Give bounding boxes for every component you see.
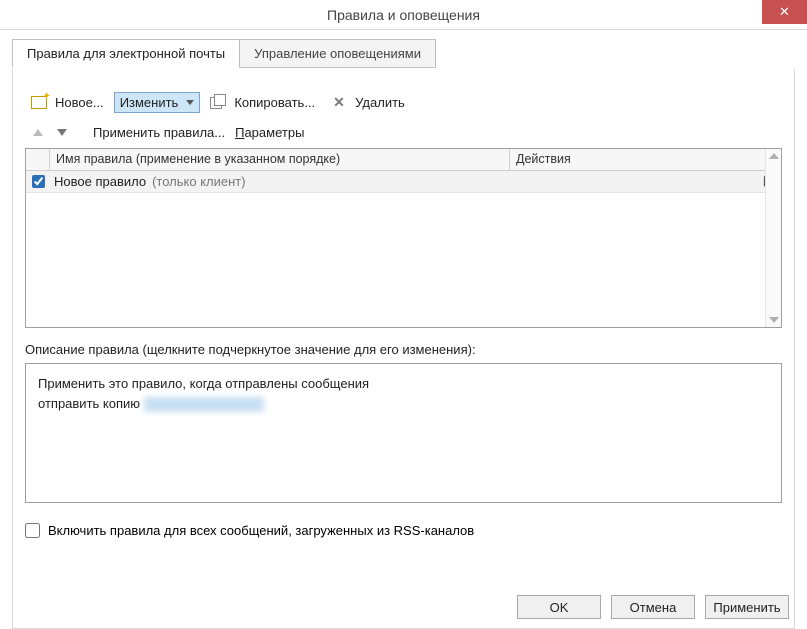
parameters-link[interactable]: Параметры <box>235 125 304 140</box>
ok-button[interactable]: OK <box>517 595 601 619</box>
dialog-body: Правила для электронной почты Управление… <box>0 30 807 629</box>
close-button[interactable]: ✕ <box>762 0 807 24</box>
grid-header-name[interactable]: Имя правила (применение в указанном поря… <box>50 149 510 170</box>
rule-row[interactable]: Новое правило (только клиент) 𝄃𝖳 <box>26 171 781 193</box>
rules-grid: Имя правила (применение в указанном поря… <box>25 148 782 328</box>
rule-hint: (только клиент) <box>152 174 246 189</box>
new-rule-icon <box>31 94 49 110</box>
rule-row-actions-cell: 𝄃𝖳 <box>510 174 781 190</box>
tab-strip: Правила для электронной почты Управление… <box>12 39 795 68</box>
copy-rule-button[interactable]: Копировать... <box>204 91 321 113</box>
delete-rule-button[interactable]: Удалить <box>325 91 411 113</box>
rule-name: Новое правило <box>54 174 146 189</box>
window-title: Правила и оповещения <box>327 7 480 23</box>
rss-option-row: Включить правила для всех сообщений, заг… <box>25 523 782 538</box>
grid-header-checkbox-col <box>26 149 50 170</box>
scroll-down-icon <box>769 317 779 323</box>
dialog-footer: OK Отмена Применить <box>517 595 789 619</box>
grid-header-actions[interactable]: Действия <box>510 149 781 170</box>
grid-header: Имя правила (применение в указанном поря… <box>26 149 781 171</box>
apply-rules-link[interactable]: Применить правила... <box>93 125 225 140</box>
description-label: Описание правила (щелкните подчеркнутое … <box>25 342 782 357</box>
move-up-button[interactable] <box>33 129 43 136</box>
dropdown-caret-icon <box>186 100 194 105</box>
description-line-2: отправить копию <box>38 394 769 414</box>
edit-rule-label: Изменить <box>120 95 179 110</box>
cancel-button[interactable]: Отмена <box>611 595 695 619</box>
subtoolbar: Применить правила... Параметры <box>25 119 782 146</box>
delete-icon <box>331 94 349 110</box>
close-icon: ✕ <box>779 4 790 20</box>
tab-manage-alerts[interactable]: Управление оповещениями <box>239 39 436 68</box>
toolbar: Новое... Изменить Копировать... Удалить <box>25 79 782 119</box>
copy-icon <box>210 94 228 110</box>
apply-button[interactable]: Применить <box>705 595 789 619</box>
description-box[interactable]: Применить это правило, когда отправлены … <box>25 363 782 503</box>
rss-include-checkbox[interactable] <box>25 523 40 538</box>
new-rule-label: Новое... <box>55 95 104 110</box>
tab-email-rules[interactable]: Правила для электронной почты <box>12 39 240 68</box>
rule-row-name-cell: Новое правило (только клиент) <box>50 174 510 189</box>
description-line-1: Применить это правило, когда отправлены … <box>38 374 769 394</box>
move-down-button[interactable] <box>57 129 67 136</box>
rss-include-label: Включить правила для всех сообщений, заг… <box>48 523 474 538</box>
grid-scrollbar[interactable] <box>765 149 781 327</box>
redacted-recipient[interactable] <box>144 397 264 412</box>
scroll-up-icon <box>769 153 779 159</box>
rule-enabled-checkbox[interactable] <box>32 175 45 188</box>
dialog-inner: Новое... Изменить Копировать... Удалить … <box>12 69 795 629</box>
edit-rule-button[interactable]: Изменить <box>114 92 201 113</box>
new-rule-button[interactable]: Новое... <box>25 91 110 113</box>
rule-row-check-cell <box>26 175 50 188</box>
delete-rule-label: Удалить <box>355 95 405 110</box>
copy-rule-label: Копировать... <box>234 95 315 110</box>
titlebar: Правила и оповещения ✕ <box>0 0 807 30</box>
